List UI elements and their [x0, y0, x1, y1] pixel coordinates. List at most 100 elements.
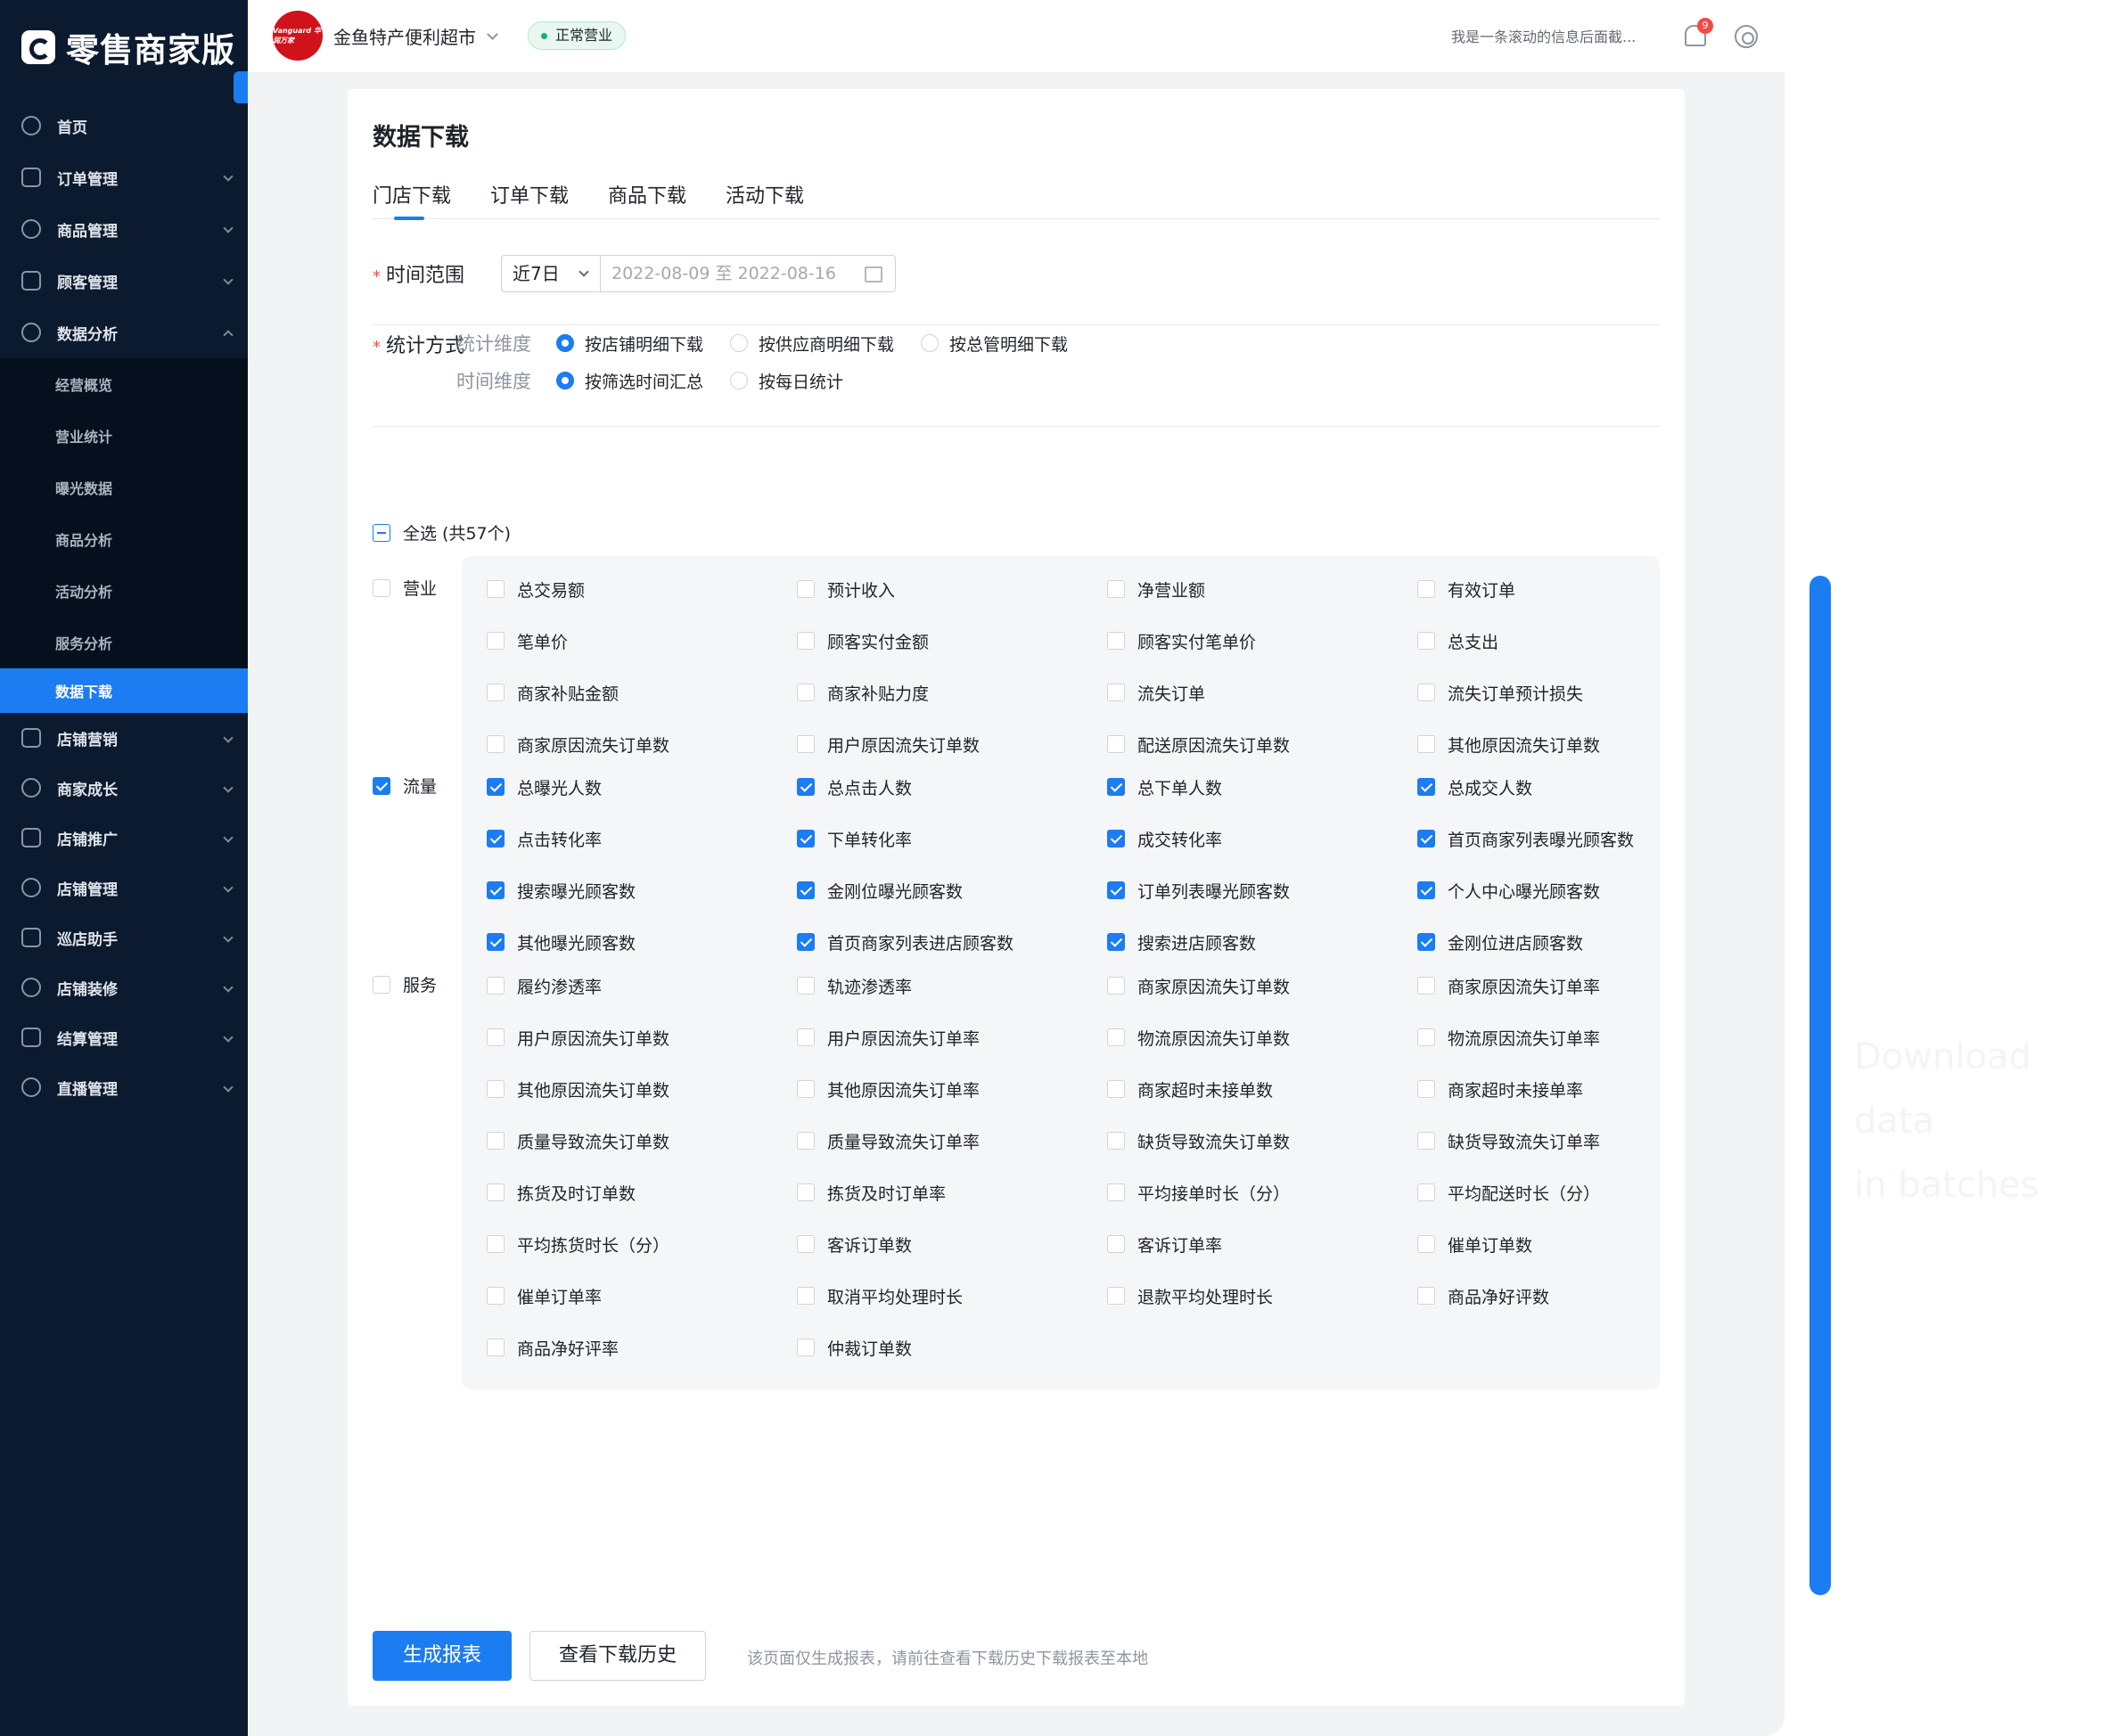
metric-item[interactable]: 首页商家列表进店顾客数: [797, 933, 1107, 954]
marquee-message[interactable]: 我是一条滚动的信息后面截...: [1451, 25, 1636, 46]
radio-button[interactable]: [556, 334, 574, 352]
metric-item[interactable]: 总交易额: [487, 580, 797, 601]
metric-checkbox[interactable]: [1417, 632, 1435, 650]
select-all-checkbox[interactable]: [373, 523, 390, 542]
tab-1[interactable]: 门店下载: [373, 180, 451, 220]
metric-item[interactable]: 总点击人数: [797, 778, 1107, 798]
metric-item[interactable]: 质量导致流失订单数: [487, 1132, 797, 1152]
metric-checkbox[interactable]: [1417, 1080, 1435, 1098]
metric-checkbox[interactable]: [487, 1339, 505, 1356]
metric-checkbox[interactable]: [487, 632, 505, 650]
metric-checkbox[interactable]: [1417, 778, 1435, 796]
metric-checkbox[interactable]: [1417, 1235, 1435, 1253]
metric-item[interactable]: 其他曝光顾客数: [487, 933, 797, 954]
metric-checkbox[interactable]: [1107, 881, 1125, 899]
metric-item[interactable]: 金刚位曝光顾客数: [797, 881, 1107, 902]
sidebar-item[interactable]: 商家成长: [0, 763, 248, 813]
metric-checkbox[interactable]: [797, 1287, 815, 1305]
metric-item[interactable]: 拣货及时订单率: [797, 1183, 1107, 1204]
metric-item[interactable]: 总下单人数: [1107, 778, 1417, 798]
metric-checkbox[interactable]: [1107, 1183, 1125, 1201]
sidebar-item[interactable]: 店铺推广: [0, 813, 248, 863]
group-checkbox[interactable]: [373, 975, 390, 994]
metric-checkbox[interactable]: [1107, 1028, 1125, 1046]
metric-item[interactable]: 履约渗透率: [487, 977, 797, 997]
metric-checkbox[interactable]: [1107, 977, 1125, 995]
metric-item[interactable]: 平均接单时长（分）: [1107, 1183, 1417, 1204]
sidebar-item[interactable]: 结算管理: [0, 1012, 248, 1062]
metric-checkbox[interactable]: [1417, 1183, 1435, 1201]
metric-item[interactable]: 缺货导致流失订单率: [1417, 1132, 1727, 1152]
metric-checkbox[interactable]: [487, 684, 505, 701]
group-header[interactable]: 流量: [373, 774, 437, 798]
metric-checkbox[interactable]: [797, 1028, 815, 1046]
metric-item[interactable]: 催单订单率: [487, 1287, 797, 1307]
metric-checkbox[interactable]: [1107, 735, 1125, 753]
generate-report-button[interactable]: 生成报表: [373, 1631, 512, 1681]
metric-item[interactable]: 总曝光人数: [487, 778, 797, 798]
metric-checkbox[interactable]: [487, 977, 505, 995]
radio-button[interactable]: [730, 372, 749, 389]
metric-item[interactable]: 商家补贴力度: [797, 684, 1107, 704]
range-select[interactable]: 近7日: [501, 255, 601, 292]
metric-item[interactable]: 有效订单: [1417, 580, 1727, 601]
submenu-item[interactable]: 曝光数据: [0, 462, 248, 513]
metric-item[interactable]: 商家原因流失订单数: [487, 735, 797, 756]
metric-item[interactable]: 客诉订单率: [1107, 1235, 1417, 1256]
metric-checkbox[interactable]: [1107, 1235, 1125, 1253]
radio-option[interactable]: 按店铺明细下载: [556, 332, 703, 356]
metric-item[interactable]: 总成交人数: [1417, 778, 1727, 798]
radio-option[interactable]: 按总管明细下载: [921, 332, 1068, 356]
metric-checkbox[interactable]: [1417, 1287, 1435, 1305]
metric-item[interactable]: 预计收入: [797, 580, 1107, 601]
metric-item[interactable]: 仲裁订单数: [797, 1339, 1107, 1359]
metric-item[interactable]: 客诉订单数: [797, 1235, 1107, 1256]
metric-checkbox[interactable]: [797, 1132, 815, 1150]
metric-checkbox[interactable]: [1417, 881, 1435, 899]
submenu-item[interactable]: 商品分析: [0, 513, 248, 565]
metric-item[interactable]: 首页商家列表曝光顾客数: [1417, 830, 1727, 850]
radio-option[interactable]: 按筛选时间汇总: [556, 369, 703, 393]
metric-item[interactable]: 订单列表曝光顾客数: [1107, 881, 1417, 902]
tab-4[interactable]: 活动下载: [726, 180, 804, 219]
metric-checkbox[interactable]: [797, 1080, 815, 1098]
metric-checkbox[interactable]: [1107, 580, 1125, 598]
download-history-button[interactable]: 查看下载历史: [529, 1631, 706, 1681]
metric-checkbox[interactable]: [487, 1028, 505, 1046]
date-range-picker[interactable]: 2022-08-09 至 2022-08-16: [600, 255, 896, 292]
metric-item[interactable]: 质量导致流失订单率: [797, 1132, 1107, 1152]
page-scrollbar[interactable]: [1809, 576, 1831, 1595]
metric-checkbox[interactable]: [487, 735, 505, 753]
metric-item[interactable]: 退款平均处理时长: [1107, 1287, 1417, 1307]
metric-checkbox[interactable]: [487, 1183, 505, 1201]
radio-option[interactable]: 按每日统计: [730, 369, 843, 393]
metric-checkbox[interactable]: [797, 1235, 815, 1253]
metric-item[interactable]: 净营业额: [1107, 580, 1417, 601]
submenu-item[interactable]: 数据下载: [0, 668, 248, 713]
gear-icon[interactable]: [1735, 25, 1758, 48]
metric-item[interactable]: 流失订单预计损失: [1417, 684, 1727, 704]
metric-checkbox[interactable]: [797, 933, 815, 951]
submenu-item[interactable]: 活动分析: [0, 565, 248, 617]
sidebar-item[interactable]: 店铺营销: [0, 713, 248, 763]
metric-checkbox[interactable]: [1417, 977, 1435, 995]
select-all[interactable]: 全选 (共57个): [373, 520, 511, 545]
metric-item[interactable]: 用户原因流失订单率: [797, 1028, 1107, 1049]
metric-item[interactable]: 笔单价: [487, 632, 797, 652]
store-name[interactable]: 金鱼特产便利超市: [333, 23, 476, 49]
metric-item[interactable]: 其他原因流失订单数: [487, 1080, 797, 1101]
metric-checkbox[interactable]: [797, 684, 815, 701]
metric-item[interactable]: 其他原因流失订单率: [797, 1080, 1107, 1101]
metric-checkbox[interactable]: [487, 580, 505, 598]
metric-checkbox[interactable]: [487, 778, 505, 796]
metric-item[interactable]: 顾客实付笔单价: [1107, 632, 1417, 652]
sidebar-item[interactable]: 首页: [0, 100, 248, 151]
metric-checkbox[interactable]: [1107, 1132, 1125, 1150]
sidebar-item[interactable]: 巡店助手: [0, 913, 248, 962]
group-header[interactable]: 服务: [373, 972, 437, 996]
metric-checkbox[interactable]: [1417, 830, 1435, 848]
metric-item[interactable]: 点击转化率: [487, 830, 797, 850]
metric-checkbox[interactable]: [487, 1132, 505, 1150]
metric-item[interactable]: 配送原因流失订单数: [1107, 735, 1417, 756]
metric-checkbox[interactable]: [487, 1235, 505, 1253]
